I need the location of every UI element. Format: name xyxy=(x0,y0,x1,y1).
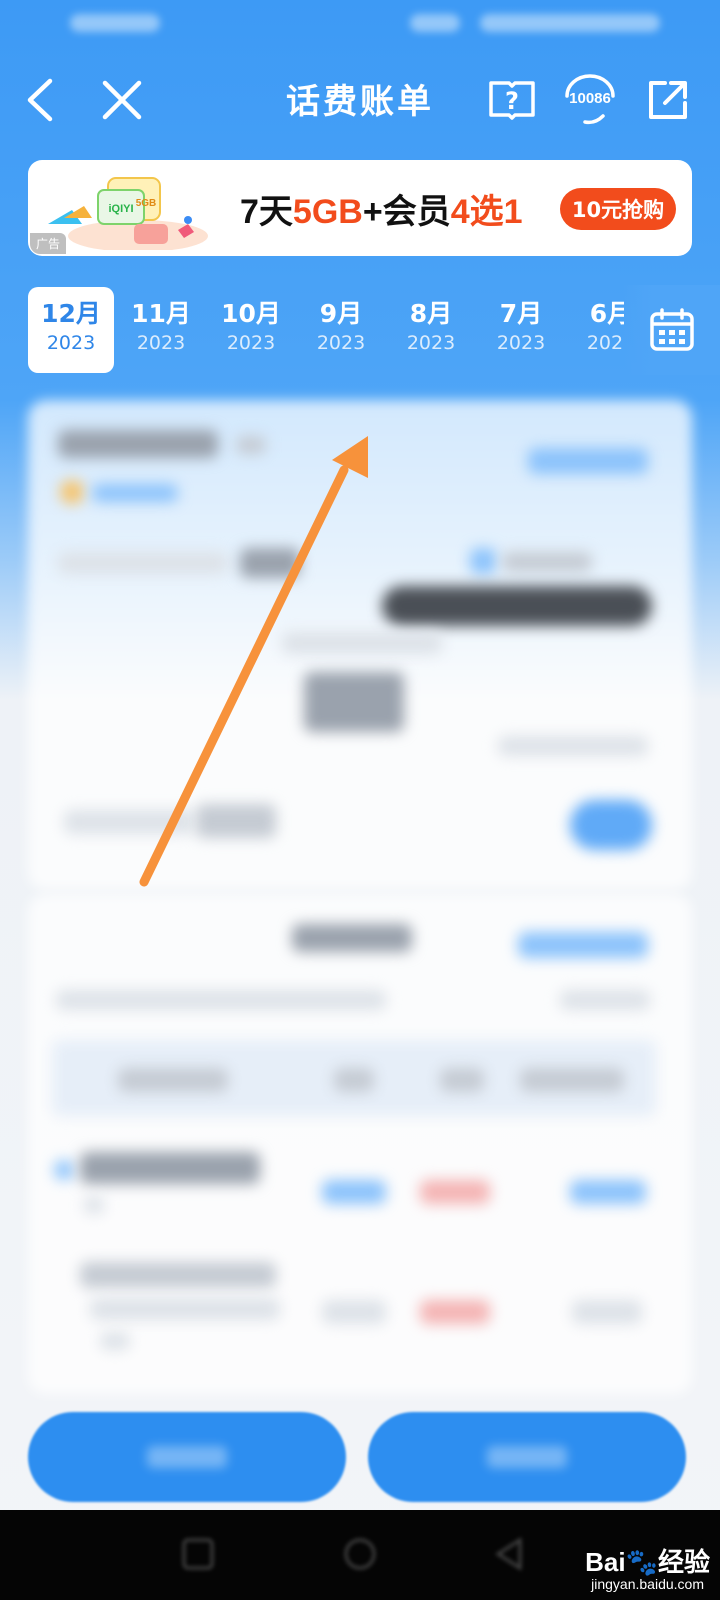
tab-month-7[interactable]: 7月 2023 xyxy=(478,287,564,373)
status-signal xyxy=(410,14,460,32)
tab-month-label: 12月 xyxy=(41,299,101,328)
ad-art-badge2: 5GB xyxy=(136,198,157,209)
tab-year-label: 2023 xyxy=(406,332,456,354)
blurred-text xyxy=(100,1332,130,1350)
tab-month-label: 11月 xyxy=(131,299,191,328)
customer-service-button[interactable]: 10086 xyxy=(550,70,630,130)
bottom-right-button[interactable] xyxy=(368,1412,686,1502)
blurred-text xyxy=(502,552,592,572)
tab-year-label: 2023 xyxy=(136,332,186,354)
tab-year-label: 2023 xyxy=(226,332,276,354)
calendar-button[interactable] xyxy=(624,285,720,375)
blurred-checkbox xyxy=(470,548,496,574)
blurred-text xyxy=(58,552,228,574)
watermark-brand: Bai xyxy=(585,1547,626,1577)
blurred-value xyxy=(570,1180,646,1204)
ad-text-prefix: 7天 xyxy=(240,193,293,231)
blurred-text xyxy=(84,1196,104,1214)
service-number: 10086 xyxy=(569,90,611,107)
blurred-text xyxy=(334,1068,374,1092)
status-icons xyxy=(480,14,660,32)
blurred-text xyxy=(560,990,650,1010)
blurred-text xyxy=(118,1068,228,1092)
blurred-label xyxy=(147,1446,227,1468)
tab-year-label: 2023 xyxy=(496,332,546,354)
ad-text-data: 5GB xyxy=(292,193,363,231)
blurred-badge-icon xyxy=(60,480,84,504)
status-time xyxy=(70,14,160,32)
blurred-label xyxy=(487,1446,567,1468)
tab-month-10[interactable]: 10月 2023 xyxy=(208,287,294,373)
blurred-link xyxy=(528,448,648,474)
month-tab-list: 12月 2023 11月 2023 10月 2023 9月 2023 8月 20… xyxy=(28,285,624,375)
home-icon[interactable] xyxy=(340,1534,380,1574)
blurred-link xyxy=(518,932,648,958)
blurred-tooltip xyxy=(382,586,652,626)
share-icon xyxy=(649,81,687,119)
blurred-value xyxy=(420,1300,490,1324)
blurred-text xyxy=(56,990,386,1010)
blurred-text xyxy=(236,436,266,454)
blurred-text xyxy=(520,1068,624,1092)
tab-month-label: 6月 xyxy=(589,299,624,328)
tab-month-8[interactable]: 8月 2023 xyxy=(388,287,474,373)
blurred-text xyxy=(90,1298,280,1320)
baidu-jingyan-watermark: Bai🐾经验 xyxy=(585,1542,710,1579)
blurred-amount xyxy=(240,548,300,578)
blurred-amount xyxy=(196,804,276,838)
tab-month-label: 7月 xyxy=(499,299,543,328)
blurred-action-button xyxy=(570,800,652,850)
blurred-value xyxy=(572,1300,642,1324)
ad-banner[interactable]: iQIYI 5GB 7天5GB+会员4选1 10元抢购 广告 xyxy=(28,160,692,256)
blurred-text xyxy=(64,810,194,834)
ad-text-choice: 4选1 xyxy=(450,193,523,231)
tab-month-label: 8月 xyxy=(409,299,453,328)
app-header: 话费账单 ? 10086 xyxy=(0,60,720,140)
back-nav-icon[interactable] xyxy=(490,1534,530,1574)
blurred-item-title xyxy=(80,1152,260,1184)
blurred-text xyxy=(440,1068,484,1092)
tab-month-label: 9月 xyxy=(319,299,363,328)
blurred-phone-number xyxy=(58,430,218,458)
tab-month-6[interactable]: 6月 2023 xyxy=(568,287,624,373)
calendar-icon xyxy=(650,308,694,351)
blurred-item-title xyxy=(80,1262,276,1288)
ad-buy-button[interactable]: 10元抢购 xyxy=(560,188,676,230)
tab-month-12[interactable]: 12月 2023 xyxy=(28,287,114,373)
help-button[interactable]: ? xyxy=(482,70,542,130)
help-book-icon: ? xyxy=(489,81,535,120)
tab-month-label: 10月 xyxy=(221,299,281,328)
blurred-value xyxy=(322,1180,386,1204)
tab-month-11[interactable]: 11月 2023 xyxy=(118,287,204,373)
ad-text-member: +会员 xyxy=(362,193,451,231)
blurred-section-title xyxy=(292,924,412,952)
ad-label: 广告 xyxy=(30,233,67,254)
recent-apps-icon[interactable] xyxy=(178,1534,218,1574)
paw-icon: 🐾 xyxy=(625,1547,658,1577)
blurred-dot xyxy=(54,1160,74,1180)
ad-headline: 7天5GB+会员4选1 xyxy=(240,184,523,233)
blurred-value xyxy=(322,1300,386,1324)
ad-art-badge: iQIYI xyxy=(108,203,133,215)
share-button[interactable] xyxy=(638,70,698,130)
status-bar xyxy=(0,0,720,50)
blurred-total-amount xyxy=(304,672,404,732)
blurred-badge xyxy=(92,484,178,502)
watermark-brand2: 经验 xyxy=(657,1547,710,1577)
tab-month-9[interactable]: 9月 2023 xyxy=(298,287,384,373)
tab-year-label: 2023 xyxy=(586,332,624,354)
blurred-value xyxy=(420,1180,490,1204)
bottom-left-button[interactable] xyxy=(28,1412,346,1502)
svg-text:?: ? xyxy=(505,87,519,115)
month-selector: 12月 2023 11月 2023 10月 2023 9月 2023 8月 20… xyxy=(0,285,720,375)
watermark-url: jingyan.baidu.com xyxy=(591,1576,704,1592)
blurred-text xyxy=(498,736,648,756)
blurred-text xyxy=(282,632,442,654)
tab-year-label: 2023 xyxy=(46,332,96,354)
tab-year-label: 2023 xyxy=(316,332,366,354)
